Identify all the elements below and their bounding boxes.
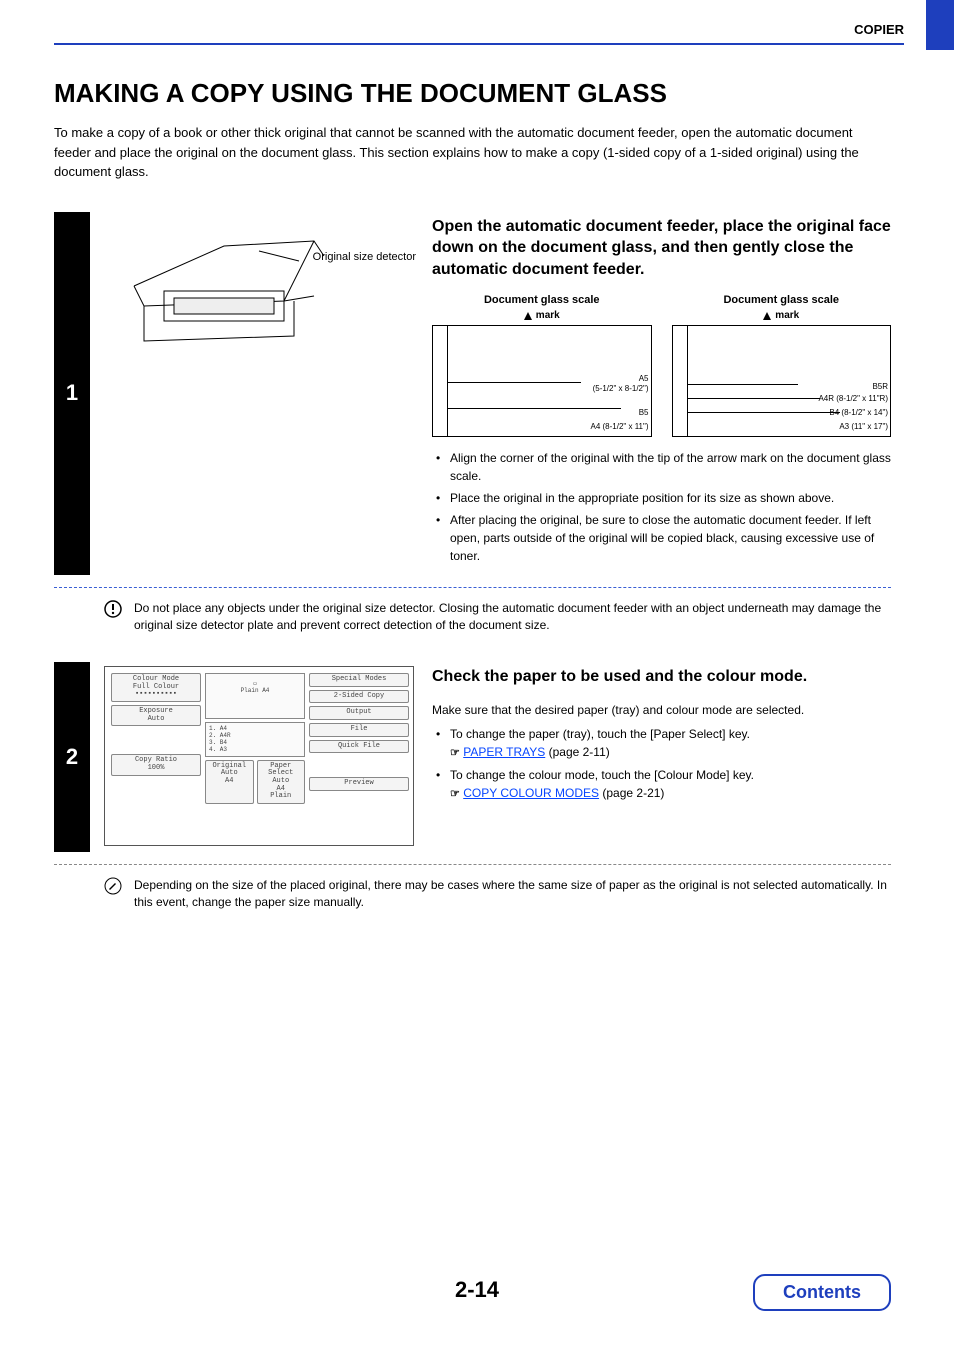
copier-control-panel: Colour Mode Full Colour ▪▪▪▪▪▪▪▪▪▪ Expos… [104, 666, 414, 846]
step-number: 2 [54, 662, 90, 852]
intro-paragraph: To make a copy of a book or other thick … [54, 123, 891, 182]
step2-heading: Check the paper to be used and the colou… [432, 666, 891, 688]
section-name: COPIER [854, 22, 904, 37]
page-title: MAKING A COPY USING THE DOCUMENT GLASS [54, 78, 891, 109]
preview-button[interactable]: Preview [309, 777, 409, 791]
step1-figure: Original size detector [104, 216, 414, 570]
bullet-item: To change the colour mode, touch the [Co… [440, 766, 891, 803]
paper-trays-link[interactable]: PAPER TRAYS [463, 745, 545, 759]
pointing-hand-icon: ☞ [450, 747, 460, 759]
bullet-item: To change the paper (tray), touch the [P… [440, 725, 891, 762]
step-separator [54, 587, 891, 588]
mark-label-a: mark [432, 310, 652, 321]
bullet-item: Place the original in the appropriate po… [440, 489, 891, 507]
colour-mode-button[interactable]: Colour Mode Full Colour ▪▪▪▪▪▪▪▪▪▪ [111, 673, 201, 702]
special-modes-button[interactable]: Special Modes [309, 673, 409, 687]
bullet-item: Align the corner of the original with th… [440, 449, 891, 485]
contents-button[interactable]: Contents [753, 1274, 891, 1311]
printer-thumb-icon: ▭ Plain A4 [205, 673, 305, 719]
info-text: Depending on the size of the placed orig… [134, 877, 891, 911]
caution-note: Do not place any objects under the origi… [54, 596, 891, 644]
exposure-button[interactable]: Exposure Auto [111, 705, 201, 726]
info-note: Depending on the size of the placed orig… [54, 873, 891, 921]
scale-b-title: Document glass scale [672, 294, 892, 306]
mark-label-b: mark [672, 310, 892, 321]
copy-ratio-button[interactable]: Copy Ratio 100% [111, 754, 201, 775]
copy-colour-modes-link[interactable]: COPY COLOUR MODES [463, 786, 599, 800]
quick-file-button[interactable]: Quick File [309, 740, 409, 754]
step-number: 1 [54, 212, 90, 576]
pencil-note-icon [104, 877, 122, 895]
scale-b-diagram: B5R A4R (8-1/2" x 11"R) B4 (8-1/2" x 14"… [672, 325, 892, 437]
step1-bullets: Align the corner of the original with th… [432, 449, 891, 565]
note-separator [54, 864, 891, 865]
step1-heading: Open the automatic document feeder, plac… [432, 216, 891, 281]
step2-desc: Make sure that the desired paper (tray) … [432, 701, 891, 719]
step2-bullets: To change the paper (tray), touch the [P… [432, 725, 891, 802]
paper-select-button[interactable]: Paper Select Auto A4 Plain [257, 760, 306, 804]
page-header: COPIER [54, 22, 904, 45]
detector-label: Original size detector [313, 251, 416, 264]
printer-line-art-icon [104, 216, 364, 346]
original-button[interactable]: Original Auto A4 [205, 760, 254, 804]
caution-icon [104, 600, 122, 618]
tray-list: 1. A4 2. A4R 3. B4 4. A3 [205, 722, 305, 757]
two-sided-copy-button[interactable]: 2-Sided Copy [309, 690, 409, 704]
file-button[interactable]: File [309, 723, 409, 737]
document-glass-scales: Document glass scale mark A5 (5-1/2" x 8… [432, 294, 891, 437]
output-button[interactable]: Output [309, 706, 409, 720]
pointing-hand-icon: ☞ [450, 788, 460, 800]
scale-a-title: Document glass scale [432, 294, 652, 306]
step-1: 1 O [54, 212, 891, 576]
scale-a-diagram: A5 (5-1/2" x 8-1/2") B5 A4 (8-1/2" x 11"… [432, 325, 652, 437]
section-color-tab [926, 0, 954, 50]
step-2: 2 Colour Mode Full Colour ▪▪▪▪▪▪▪▪▪▪ Exp… [54, 662, 891, 852]
bullet-item: After placing the original, be sure to c… [440, 511, 891, 565]
caution-text: Do not place any objects under the origi… [134, 600, 891, 634]
step2-figure: Colour Mode Full Colour ▪▪▪▪▪▪▪▪▪▪ Expos… [104, 666, 414, 846]
